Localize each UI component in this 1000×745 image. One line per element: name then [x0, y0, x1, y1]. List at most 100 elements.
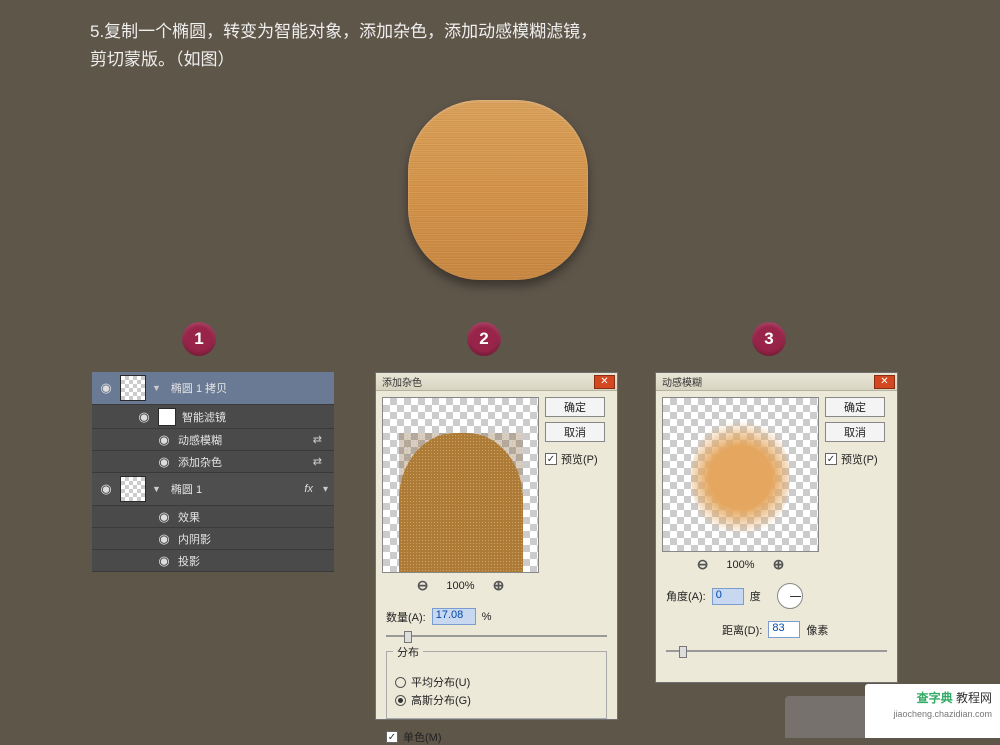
watermark-text: 查字典 教程网 jiaocheng.chazidian.com: [865, 684, 1000, 738]
step-badge-3: 3: [752, 322, 786, 356]
wood-squircle-preview: [408, 100, 588, 280]
filter-name: 动感模糊: [178, 432, 222, 448]
filter-motion-blur-row[interactable]: ◉ 动感模糊 ⇄: [92, 429, 334, 451]
cancel-button[interactable]: 取消: [545, 422, 605, 442]
add-noise-dialog: 添加杂色 ✕ ⊖ 100% ⊕ 确定 取消 ✓ 预览(P) 数量(A): 17.…: [375, 372, 618, 720]
layer-name: 椭圆 1 拷贝: [171, 380, 227, 396]
layer-thumbnail: [120, 476, 146, 502]
effect-inner-shadow-row[interactable]: ◉ 内阴影: [92, 528, 334, 550]
visibility-eye-icon[interactable]: ◉: [98, 380, 114, 396]
dialog-title: 动感模糊: [662, 374, 702, 389]
effects-label: 效果: [178, 509, 200, 525]
smart-filters-row[interactable]: ◉ 智能滤镜: [92, 405, 334, 429]
effect-drop-shadow-row[interactable]: ◉ 投影: [92, 550, 334, 572]
visibility-eye-icon[interactable]: ◉: [156, 432, 172, 448]
radio-icon[interactable]: [395, 695, 406, 706]
fx-disclosure-icon[interactable]: ▾: [323, 484, 328, 495]
gaussian-radio-row[interactable]: 高斯分布(G): [395, 692, 598, 708]
angle-unit: 度: [750, 588, 761, 604]
watermark: 查字典 教程网 jiaocheng.chazidian.com: [785, 684, 1000, 738]
layer-row-ellipse[interactable]: ◉ ▼ 椭圆 1 fx ▾: [92, 473, 334, 506]
preview-checkbox-row[interactable]: ✓ 预览(P): [825, 451, 885, 467]
close-icon[interactable]: ✕: [874, 375, 895, 389]
angle-label: 角度(A):: [666, 588, 706, 604]
zoom-controls: ⊖ 100% ⊕: [382, 577, 539, 594]
ok-button[interactable]: 确定: [825, 397, 885, 417]
zoom-level: 100%: [446, 580, 474, 592]
layer-name: 椭圆 1: [171, 481, 202, 497]
distance-slider[interactable]: [666, 646, 887, 656]
angle-dial[interactable]: [777, 583, 803, 609]
amount-input[interactable]: 17.08: [432, 608, 476, 625]
angle-input[interactable]: 0: [712, 588, 744, 605]
disclosure-arrow-icon[interactable]: ▼: [152, 484, 161, 494]
watermark-bg: [785, 696, 865, 738]
effect-name: 内阴影: [178, 531, 211, 547]
noise-preview: [382, 397, 539, 573]
dialog-title: 添加杂色: [382, 374, 422, 389]
close-icon[interactable]: ✕: [594, 375, 615, 389]
monochrome-checkbox-row[interactable]: ✓ 单色(M): [386, 729, 607, 745]
amount-slider[interactable]: [386, 631, 607, 641]
filter-options-icon[interactable]: ⇄: [313, 433, 328, 446]
watermark-url: jiaocheng.chazidian.com: [873, 706, 992, 722]
zoom-in-icon[interactable]: ⊕: [773, 556, 785, 573]
dialog-titlebar[interactable]: 添加杂色 ✕: [376, 373, 617, 391]
distribution-group: 分布 平均分布(U) 高斯分布(G): [386, 651, 607, 719]
filter-options-icon[interactable]: ⇄: [313, 455, 328, 468]
preview-checkbox-row[interactable]: ✓ 预览(P): [545, 451, 605, 467]
checkbox-icon[interactable]: ✓: [825, 453, 837, 465]
layer-thumbnail: [120, 375, 146, 401]
step-badge-1: 1: [182, 322, 216, 356]
instruction-text: 5.复制一个椭圆，转变为智能对象，添加杂色，添加动感模糊滤镜， 剪切蒙版。（如图…: [90, 18, 597, 74]
disclosure-arrow-icon[interactable]: ▼: [152, 383, 161, 393]
monochrome-label: 单色(M): [403, 729, 442, 745]
distance-label: 距离(D):: [722, 622, 762, 638]
noise-preview-shape: [399, 433, 523, 573]
distribution-legend: 分布: [393, 644, 423, 660]
ok-button[interactable]: 确定: [545, 397, 605, 417]
cancel-button[interactable]: 取消: [825, 422, 885, 442]
visibility-eye-icon[interactable]: ◉: [156, 509, 172, 525]
zoom-in-icon[interactable]: ⊕: [493, 577, 505, 594]
blur-preview: [662, 397, 819, 552]
layer-row-ellipse-copy[interactable]: ◉ ▼ 椭圆 1 拷贝: [92, 372, 334, 405]
amount-field: 数量(A): 17.08 %: [386, 608, 607, 625]
motion-blur-dialog: 动感模糊 ✕ ⊖ 100% ⊕ 确定 取消 ✓ 预览(P) 角度(A): 0 度: [655, 372, 898, 683]
preview-label: 预览(P): [561, 451, 598, 467]
amount-label: 数量(A):: [386, 609, 426, 625]
step-badge-2: 2: [467, 322, 501, 356]
zoom-controls: ⊖ 100% ⊕: [662, 556, 819, 573]
dialog-titlebar[interactable]: 动感模糊 ✕: [656, 373, 897, 391]
radio-icon[interactable]: [395, 677, 406, 688]
effects-row[interactable]: ◉ 效果: [92, 506, 334, 528]
visibility-eye-icon[interactable]: ◉: [98, 481, 114, 497]
smart-filters-label: 智能滤镜: [182, 409, 226, 425]
distance-input[interactable]: 83: [768, 621, 800, 638]
visibility-eye-icon[interactable]: ◉: [156, 553, 172, 569]
visibility-eye-icon[interactable]: ◉: [156, 454, 172, 470]
filter-mask-thumbnail: [158, 408, 176, 426]
zoom-level: 100%: [726, 559, 754, 571]
instruction-line-2: 剪切蒙版。（如图）: [90, 46, 597, 74]
angle-field: 角度(A): 0 度: [666, 583, 887, 609]
zoom-out-icon[interactable]: ⊖: [697, 556, 709, 573]
gaussian-label: 高斯分布(G): [411, 692, 471, 708]
visibility-eye-icon[interactable]: ◉: [156, 531, 172, 547]
amount-unit: %: [482, 611, 492, 623]
uniform-radio-row[interactable]: 平均分布(U): [395, 674, 598, 690]
fx-indicator[interactable]: fx: [304, 483, 317, 495]
filter-add-noise-row[interactable]: ◉ 添加杂色 ⇄: [92, 451, 334, 473]
distance-field: 距离(D): 83 像素: [666, 621, 887, 638]
checkbox-icon[interactable]: ✓: [545, 453, 557, 465]
effect-name: 投影: [178, 553, 200, 569]
checkbox-icon[interactable]: ✓: [386, 731, 398, 743]
instruction-line-1: 5.复制一个椭圆，转变为智能对象，添加杂色，添加动感模糊滤镜，: [90, 18, 597, 46]
filter-name: 添加杂色: [178, 454, 222, 470]
layers-panel: ◉ ▼ 椭圆 1 拷贝 ◉ 智能滤镜 ◉ 动感模糊 ⇄ ◉ 添加杂色 ⇄ ◉ ▼…: [92, 372, 334, 572]
blur-preview-shape: [691, 416, 790, 538]
uniform-label: 平均分布(U): [411, 674, 470, 690]
zoom-out-icon[interactable]: ⊖: [417, 577, 429, 594]
visibility-eye-icon[interactable]: ◉: [136, 409, 152, 425]
watermark-site: 查字典: [917, 691, 953, 705]
